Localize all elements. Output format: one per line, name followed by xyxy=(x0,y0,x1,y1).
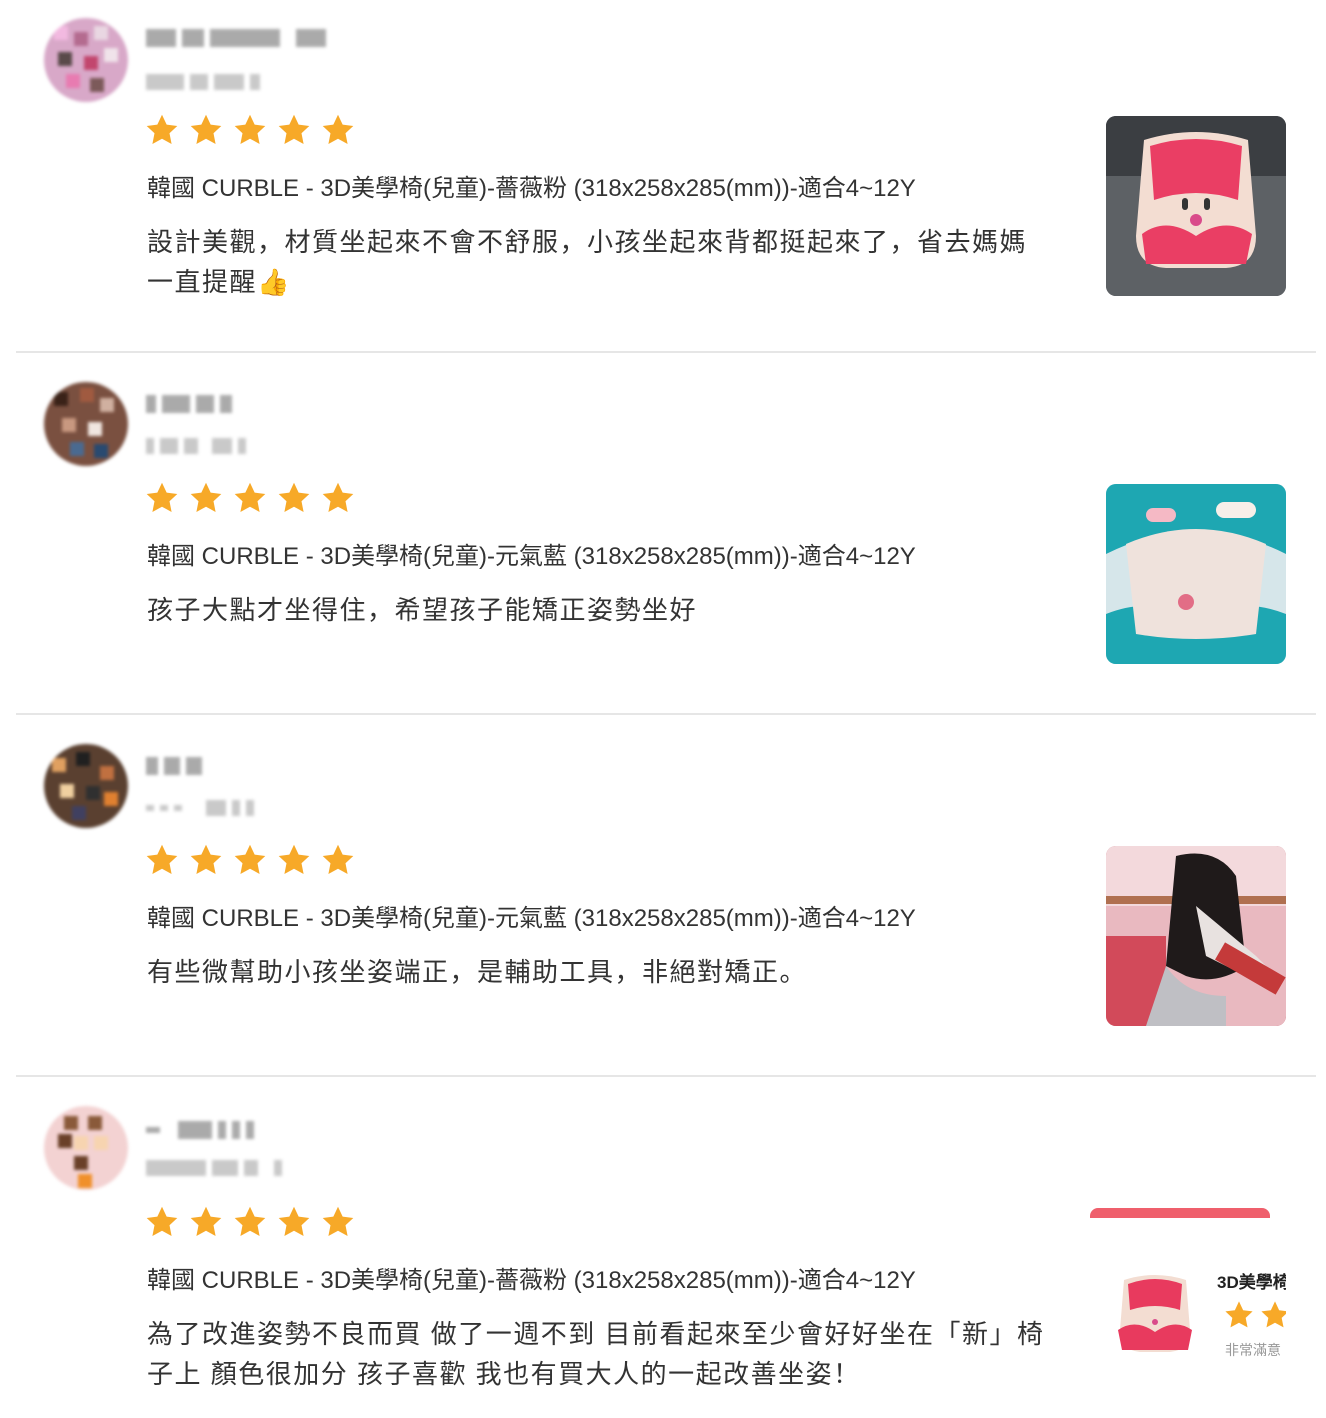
reviewer-name-redacted xyxy=(146,28,326,48)
reviewer-name-redacted xyxy=(146,756,202,776)
product-variant: 韓國 CURBLE - 3D美學椅(兒童)-薔薇粉 (318x258x285(m… xyxy=(147,175,916,202)
reviewer-name-redacted xyxy=(146,394,232,414)
promo-rating-stars xyxy=(1223,1299,1286,1331)
review-comment: 為了改進姿勢不良而買 做了一週不到 目前看起來至少會好好坐在「新」椅子上 顏色很… xyxy=(147,1319,1045,1389)
reviewer-avatar[interactable] xyxy=(44,382,128,466)
star-icon xyxy=(278,114,310,144)
review-photo[interactable] xyxy=(1106,484,1286,664)
star-icon xyxy=(1261,1301,1286,1328)
reviewer-name-redacted xyxy=(146,1120,254,1140)
review-date-redacted xyxy=(146,72,260,92)
star-icon xyxy=(190,844,222,874)
child-sitting-photo xyxy=(1106,846,1286,1026)
rating-stars xyxy=(144,842,356,878)
pink-chair-photo xyxy=(1106,116,1286,296)
review-item: 韓國 CURBLE - 3D美學椅(兒童)-元氣藍 (318x258x285(m… xyxy=(16,362,1316,712)
reviewer-avatar[interactable] xyxy=(44,18,128,102)
star-icon xyxy=(278,482,310,512)
star-icon xyxy=(234,844,266,874)
rating-stars xyxy=(144,480,356,516)
promo-satisfaction-label: 非常滿意 xyxy=(1225,1342,1281,1358)
star-icon xyxy=(146,1206,178,1236)
divider xyxy=(16,351,1316,353)
promo-card-photo[interactable]: 3D美學椅 非常滿意 xyxy=(1090,1208,1286,1388)
star-icon xyxy=(322,844,354,874)
star-icon xyxy=(146,482,178,512)
star-icon xyxy=(278,1206,310,1236)
product-variant: 韓國 CURBLE - 3D美學椅(兒童)-元氣藍 (318x258x285(m… xyxy=(147,543,916,570)
star-icon xyxy=(146,844,178,874)
review-item: 韓國 CURBLE - 3D美學椅(兒童)-薔薇粉 (318x258x285(m… xyxy=(16,0,1316,350)
rating-stars xyxy=(144,112,356,148)
reviewer-avatar[interactable] xyxy=(44,1106,128,1190)
star-icon xyxy=(190,1206,222,1236)
product-variant: 韓國 CURBLE - 3D美學椅(兒童)-薔薇粉 (318x258x285(m… xyxy=(147,1267,916,1294)
review-date-redacted xyxy=(146,798,254,818)
review-comment: 孩子大點才坐得住，希望孩子能矯正姿勢坐好 xyxy=(147,595,698,625)
review-comment: 有些微幫助小孩坐姿端正，是輔助工具，非絕對矯正。 xyxy=(147,957,808,987)
review-date-redacted xyxy=(146,436,246,456)
review-photo[interactable] xyxy=(1106,846,1286,1026)
promo-title: 3D美學椅 xyxy=(1217,1273,1286,1292)
star-icon xyxy=(234,1206,266,1236)
star-icon xyxy=(322,114,354,144)
star-icon xyxy=(234,482,266,512)
promo-accent-bar xyxy=(1090,1208,1270,1218)
star-icon xyxy=(322,482,354,512)
product-variant: 韓國 CURBLE - 3D美學椅(兒童)-元氣藍 (318x258x285(m… xyxy=(147,905,916,932)
reviewer-avatar[interactable] xyxy=(44,744,128,828)
divider xyxy=(16,1075,1316,1077)
star-icon xyxy=(322,1206,354,1236)
pink-chair-icon xyxy=(1118,1275,1192,1352)
star-icon xyxy=(190,482,222,512)
review-photo[interactable] xyxy=(1106,116,1286,296)
star-icon xyxy=(278,844,310,874)
divider xyxy=(16,713,1316,715)
review-comment: 設計美觀，材質坐起來不會不舒服，小孩坐起來背都挺起來了，省去媽媽一直提醒👍 xyxy=(147,227,1028,297)
star-icon xyxy=(234,114,266,144)
review-date-redacted xyxy=(146,1158,282,1178)
rating-stars xyxy=(144,1204,356,1240)
review-item: 韓國 CURBLE - 3D美學椅(兒童)-元氣藍 (318x258x285(m… xyxy=(16,724,1316,1074)
star-icon xyxy=(190,114,222,144)
blue-chair-photo xyxy=(1106,484,1286,664)
star-icon xyxy=(146,114,178,144)
star-icon xyxy=(1225,1301,1253,1328)
